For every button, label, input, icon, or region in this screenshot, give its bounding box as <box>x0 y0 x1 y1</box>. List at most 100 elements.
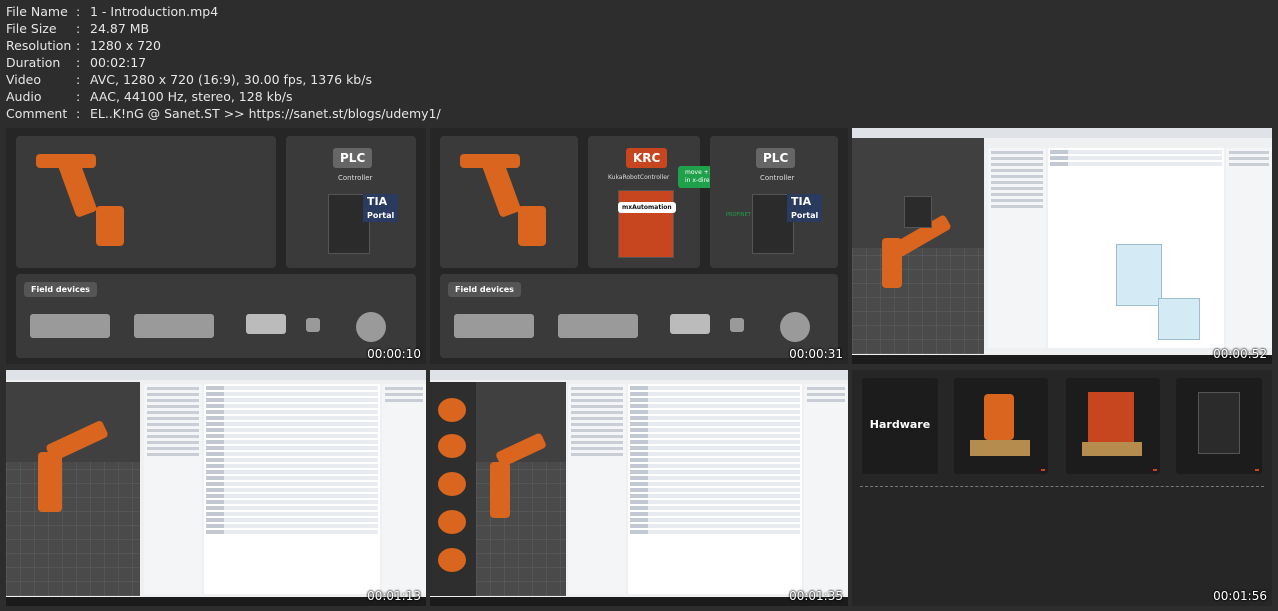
sensors-image <box>246 314 286 334</box>
meta-row: File Name:1 - Introduction.mp4 <box>6 3 441 20</box>
pump-motor-image <box>558 314 638 338</box>
meta-key: Resolution <box>6 38 72 53</box>
tia-logo: TIA Portal <box>787 194 823 222</box>
robot-panel <box>16 136 276 268</box>
krc-cabinet-image <box>1088 392 1134 442</box>
thumbnail-software-2[interactable]: 00:01:13 <box>6 370 426 606</box>
meta-row: Audio: AAC, 44100 Hz, stereo, 128 kb/s <box>6 88 441 105</box>
controller-label: Controller <box>760 174 795 182</box>
plc-badge: PLC <box>756 148 796 168</box>
robot-arm-image <box>460 154 520 168</box>
title-bar <box>430 370 848 380</box>
product-tag <box>1041 469 1045 471</box>
centrifugal-pump-image <box>780 312 810 342</box>
mxautomation-tag: mxAutomation <box>618 202 676 213</box>
project-tree <box>144 384 202 594</box>
centrifugal-pump-image <box>356 312 386 342</box>
field-devices-panel: Field devices <box>440 274 838 358</box>
robot-image <box>882 238 902 288</box>
meta-value: AVC, 1280 x 720 (16:9), 30.00 fps, 1376 … <box>90 72 372 87</box>
meta-row: Comment: EL..K!nG @ Sanet.ST >> https://s… <box>6 105 441 122</box>
pallet-image <box>970 440 1030 456</box>
controller-label: Controller <box>338 174 373 182</box>
plc-badge: PLC <box>333 148 373 168</box>
meta-value: AAC, 44100 Hz, stereo, 128 kb/s <box>90 89 293 104</box>
meta-key: Audio <box>6 89 42 104</box>
meta-value: 00:02:17 <box>90 55 147 70</box>
thumbnail-software-1[interactable]: 00:00:52 <box>852 128 1272 364</box>
meta-key: Duration <box>6 55 61 70</box>
krc-panel: KRC KukaRobotController mxAutomation <box>588 136 700 268</box>
timestamp: 00:00:10 <box>367 347 421 361</box>
meta-separator: : <box>76 38 81 53</box>
profinet-label: PROFINET <box>726 212 751 218</box>
meta-value: EL..K!nG @ Sanet.ST >> https://sanet.st/… <box>90 106 441 121</box>
editor-area <box>1048 148 1224 348</box>
taskbar <box>6 597 426 606</box>
hardware-title: Hardware <box>869 418 931 431</box>
meta-row: Duration:00:02:17 <box>6 54 441 71</box>
taskbar <box>852 355 1272 364</box>
krc-sublabel: KukaRobotController <box>608 174 670 181</box>
plc-panel: PLC Controller TIA Portal <box>286 136 416 268</box>
meta-separator: : <box>76 106 81 121</box>
thumbnail-software-3[interactable]: 00:01:35 <box>430 370 848 606</box>
krc-card <box>1066 378 1160 474</box>
timestamp: 00:01:13 <box>367 589 421 603</box>
function-block <box>1116 244 1162 306</box>
robot-image <box>984 394 1014 440</box>
sensors-image <box>670 314 710 334</box>
plc-cabinet-image <box>1198 392 1240 454</box>
title-bar <box>852 128 1272 138</box>
3d-viewport <box>476 382 566 596</box>
tia-text: TIA <box>367 195 388 208</box>
teach-pendant-strip <box>430 382 476 596</box>
robot-base-image <box>96 206 124 246</box>
meta-key: File Name <box>6 4 68 19</box>
3d-viewport <box>6 382 140 596</box>
thumbnail-krc-slide[interactable]: KRC KukaRobotController mxAutomation mov… <box>430 128 848 364</box>
tia-text: TIA <box>791 195 812 208</box>
valve-image <box>306 318 320 332</box>
pump-motor-image <box>30 314 110 338</box>
meta-row: Video: AVC, 1280 x 720 (16:9), 30.00 fps,… <box>6 71 441 88</box>
thumbnail-hardware-slide[interactable]: Hardware 00:01:56 <box>852 370 1272 606</box>
portal-text: Portal <box>367 211 395 220</box>
task-panel <box>804 384 848 594</box>
meta-separator: : <box>76 89 81 104</box>
meta-value: 24.87 MB <box>90 21 150 36</box>
meta-value: 1 - Introduction.mp4 <box>90 4 219 19</box>
title-bar <box>6 370 426 380</box>
plc-card <box>1176 378 1262 474</box>
file-metadata: File Name:1 - Introduction.mp4 File Size… <box>6 3 441 122</box>
floor-grid <box>852 248 984 354</box>
timestamp: 00:00:31 <box>789 347 843 361</box>
krc-badge: KRC <box>626 148 668 168</box>
portal-text: Portal <box>791 211 819 220</box>
product-tag <box>1255 469 1259 471</box>
field-devices-panel: Field devices <box>16 274 416 358</box>
editor-area <box>204 384 380 594</box>
meta-row: Resolution:1280 x 720 <box>6 37 441 54</box>
thumbnail-plc-slide[interactable]: PLC Controller TIA Portal Field devices 0… <box>6 128 426 364</box>
meta-separator: : <box>76 72 81 87</box>
plc-panel: PLC Controller PROFINET TIA Portal <box>710 136 838 268</box>
timestamp: 00:01:35 <box>789 589 843 603</box>
field-devices-badge: Field devices <box>448 282 521 297</box>
project-tree <box>568 384 626 594</box>
meta-row: File Size:24.87 MB <box>6 20 441 37</box>
function-block <box>1158 298 1200 340</box>
valve-image <box>730 318 744 332</box>
meta-separator: : <box>76 55 81 70</box>
robot-arm-image <box>36 154 96 168</box>
robot-base-image <box>518 206 546 246</box>
krc-cabinet-image <box>618 190 674 258</box>
timestamp: 00:00:52 <box>1213 347 1267 361</box>
pump-motor-image <box>134 314 214 338</box>
taskbar <box>430 597 848 606</box>
timestamp: 00:01:56 <box>1213 589 1267 603</box>
floor-grid <box>6 462 140 596</box>
cabinet-image <box>904 196 932 228</box>
robot-panel <box>440 136 578 268</box>
tia-logo: TIA Portal <box>363 194 399 222</box>
